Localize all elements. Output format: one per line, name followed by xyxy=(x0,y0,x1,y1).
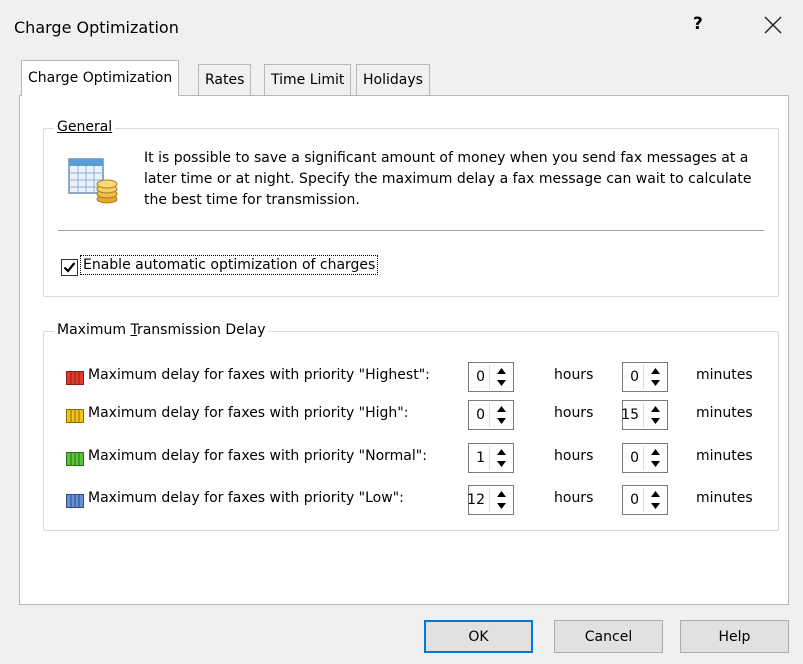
ok-button[interactable]: OK xyxy=(424,620,533,653)
title-bar: Charge Optimization ? xyxy=(0,0,803,58)
help-button[interactable]: Help xyxy=(680,620,789,653)
help-icon[interactable]: ? xyxy=(693,14,703,34)
tab-charge-optimization[interactable]: Charge Optimization xyxy=(21,60,180,96)
close-icon[interactable] xyxy=(760,12,786,38)
tab-panel xyxy=(19,95,789,605)
tab-holidays[interactable]: Holidays xyxy=(356,64,430,95)
tab-time-limit[interactable]: Time Limit xyxy=(264,64,352,95)
tab-rates[interactable]: Rates xyxy=(198,64,252,95)
cancel-button[interactable]: Cancel xyxy=(554,620,663,653)
close-icon-glyph xyxy=(764,16,782,34)
window-title: Charge Optimization xyxy=(14,18,179,37)
